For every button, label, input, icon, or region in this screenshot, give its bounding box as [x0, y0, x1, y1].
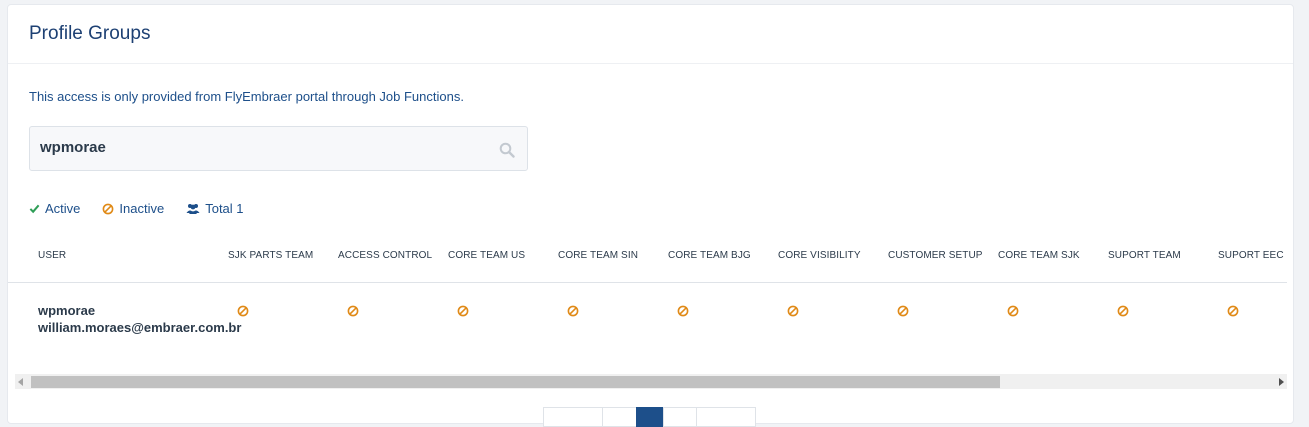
pagination-previous[interactable]: [543, 407, 603, 427]
column-header: CORE VISIBILITY: [778, 250, 861, 261]
ban-icon[interactable]: [787, 305, 799, 317]
ban-icon[interactable]: [1007, 305, 1019, 317]
column-header: ACCESS CONTROL: [338, 250, 433, 261]
search-input[interactable]: [40, 139, 480, 156]
table-header: USER SJK PARTS TEAM ACCESS CONTROL CORE …: [8, 230, 1287, 283]
scrollbar-thumb[interactable]: [31, 376, 1000, 388]
ban-icon[interactable]: [237, 305, 249, 317]
pagination-page[interactable]: [663, 407, 697, 427]
pagination: [543, 407, 756, 427]
ban-icon[interactable]: [897, 305, 909, 317]
legend-total[interactable]: Total 1: [186, 201, 244, 216]
column-header: SUPORT EEC: [1218, 250, 1284, 261]
profile-groups-card: Profile Groups This access is only provi…: [7, 4, 1294, 427]
users-icon: [186, 203, 200, 214]
column-header-user: USER: [38, 250, 67, 261]
legend-active[interactable]: Active: [29, 201, 80, 216]
ban-icon[interactable]: [347, 305, 359, 317]
column-header: CORE TEAM US: [448, 250, 526, 261]
column-header: CORE TEAM SJK: [998, 250, 1080, 261]
row-username: wpmorae: [38, 303, 96, 318]
pagination-page[interactable]: [602, 407, 637, 427]
pagination-next[interactable]: [696, 407, 756, 427]
check-icon: [29, 204, 40, 214]
search-icon[interactable]: [499, 142, 515, 158]
ban-icon[interactable]: [1227, 305, 1239, 317]
ban-icon: [103, 203, 114, 214]
legend-inactive[interactable]: Inactive: [102, 201, 164, 216]
column-header: CORE TEAM SIN: [558, 250, 639, 261]
card-header: Profile Groups: [8, 5, 1293, 64]
ban-icon[interactable]: [567, 305, 579, 317]
ban-icon[interactable]: [1117, 305, 1129, 317]
access-notice: This access is only provided from FlyEmb…: [29, 89, 464, 104]
status-legend: Active Inactive Total 1: [29, 201, 244, 216]
row-email: william.moraes@embraer.com.br: [38, 320, 242, 335]
legend-active-label: Active: [45, 201, 81, 216]
column-header: CUSTOMER SETUP: [888, 250, 983, 261]
profile-groups-table: USER SJK PARTS TEAM ACCESS CONTROL CORE …: [8, 230, 1287, 360]
legend-total-label: Total 1: [205, 201, 244, 216]
scroll-right-arrow-icon[interactable]: [1279, 378, 1284, 386]
search-box[interactable]: [29, 126, 528, 171]
ban-icon[interactable]: [677, 305, 689, 317]
horizontal-scrollbar[interactable]: [15, 374, 1287, 389]
page-title: Profile Groups: [29, 23, 151, 44]
column-header: CORE TEAM BJG: [668, 250, 751, 261]
column-header: SUPORT TEAM: [1108, 250, 1181, 261]
column-header: SJK PARTS TEAM: [228, 250, 314, 261]
ban-icon[interactable]: [457, 305, 469, 317]
pagination-current-page[interactable]: [636, 407, 664, 427]
legend-inactive-label: Inactive: [119, 201, 165, 216]
scroll-left-arrow-icon[interactable]: [18, 378, 23, 386]
